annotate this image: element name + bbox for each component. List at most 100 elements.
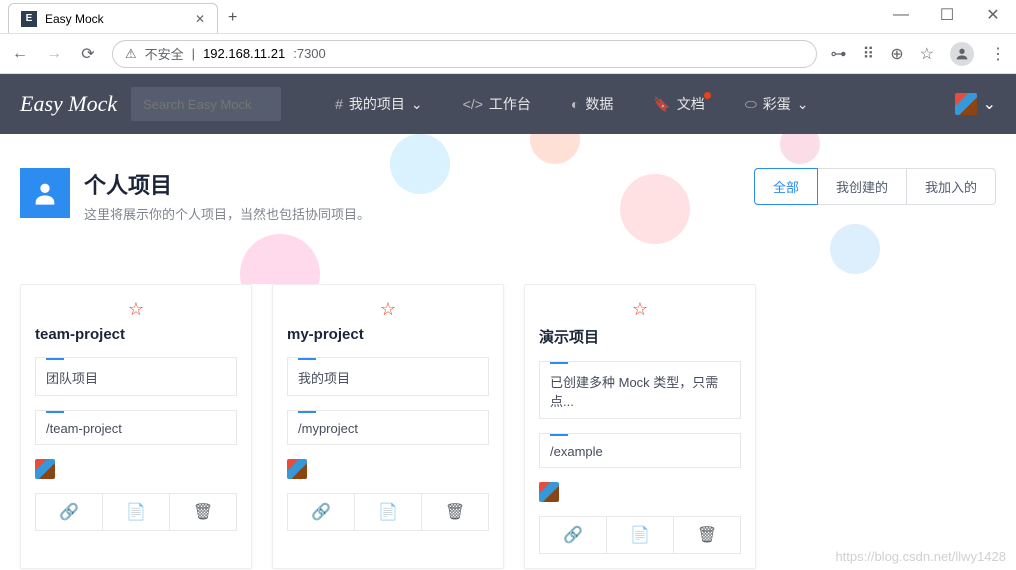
copy-icon[interactable]: 📄 — [606, 517, 673, 553]
filter-tabs: 全部 我创建的 我加入的 — [754, 168, 996, 205]
url-divider: | — [192, 46, 195, 61]
zoom-icon[interactable]: ⊕ — [890, 44, 903, 64]
window-maximize-icon[interactable]: ☐ — [924, 0, 970, 30]
project-desc: 团队项目 — [35, 357, 237, 396]
tab-close-icon[interactable]: ✕ — [195, 12, 205, 26]
menu-label: 文档 — [677, 94, 705, 114]
main-menu: # 我的项目 ⌄ </> 工作台 ◐ 数据 🔖 文档 ⬭ 彩蛋 ⌄ — [335, 94, 808, 114]
menu-my-projects[interactable]: # 我的项目 ⌄ — [335, 94, 423, 114]
star-icon[interactable]: ☆ — [539, 299, 741, 320]
key-icon[interactable]: ⊶ — [831, 44, 847, 64]
project-members — [35, 459, 237, 479]
hero-section: 个人项目 这里将展示你的个人项目，当然也包括协同项目。 全部 我创建的 我加入的 — [0, 134, 1016, 284]
browser-titlebar: E Easy Mock ✕ + — ☐ ✕ — [0, 0, 1016, 34]
delete-icon[interactable]: 🗑 — [421, 494, 488, 530]
menu-docs[interactable]: 🔖 文档 — [653, 94, 704, 114]
menu-label: 我的项目 — [349, 94, 405, 114]
page-subtitle: 这里将展示你的个人项目，当然也包括协同项目。 — [84, 204, 370, 223]
chevron-down-icon: ⌄ — [983, 94, 996, 114]
window-minimize-icon[interactable]: — — [878, 0, 924, 30]
hero-icon — [20, 168, 70, 218]
reload-button[interactable]: ⟳ — [78, 44, 98, 64]
card-actions: 🔗 📄 🗑 — [287, 493, 489, 531]
url-input[interactable]: ⚠ 不安全 | 192.168.11.21 :7300 — [112, 40, 817, 68]
avatar — [539, 482, 559, 502]
bookmark-icon: 🔖 — [653, 96, 670, 113]
avatar — [287, 459, 307, 479]
project-cards: ☆ team-project 团队项目 /team-project 🔗 📄 🗑 … — [0, 284, 1016, 569]
profile-icon[interactable] — [950, 42, 974, 66]
tab-favicon: E — [21, 11, 37, 27]
toolbar-icons: ⊶ ⠿ ⊕ ☆ ⋮ — [831, 42, 1006, 66]
copy-icon[interactable]: 📄 — [354, 494, 421, 530]
dashboard-icon: ◐ — [571, 96, 579, 112]
url-port: :7300 — [293, 46, 326, 61]
project-path: /team-project — [35, 410, 237, 445]
star-icon[interactable]: ☆ — [920, 44, 934, 64]
insecure-icon: ⚠ — [125, 46, 137, 62]
star-icon[interactable]: ☆ — [35, 299, 237, 320]
hash-icon: # — [335, 96, 343, 112]
url-host: 192.168.11.21 — [203, 46, 285, 61]
project-path: /example — [539, 433, 741, 468]
new-tab-button[interactable]: + — [228, 9, 237, 33]
window-close-icon[interactable]: ✕ — [970, 0, 1016, 30]
delete-icon[interactable]: 🗑 — [169, 494, 236, 530]
tab-all[interactable]: 全部 — [754, 168, 818, 205]
decoration-circle — [240, 234, 320, 284]
avatar — [955, 93, 977, 115]
menu-label: 工作台 — [489, 94, 531, 114]
project-desc: 已创建多种 Mock 类型，只需点... — [539, 361, 741, 419]
tab-title: Easy Mock — [45, 12, 187, 26]
card-actions: 🔗 📄 🗑 — [35, 493, 237, 531]
egg-icon: ⬭ — [745, 96, 757, 113]
card-actions: 🔗 📄 🗑 — [539, 516, 741, 554]
menu-icon[interactable]: ⋮ — [990, 44, 1006, 64]
insecure-label: 不安全 — [145, 44, 184, 63]
project-name: my-project — [287, 326, 489, 343]
menu-label: 彩蛋 — [763, 94, 791, 114]
chevron-down-icon: ⌄ — [411, 96, 423, 113]
forward-button[interactable]: → — [44, 45, 64, 63]
project-card[interactable]: ☆ 演示项目 已创建多种 Mock 类型，只需点... /example 🔗 📄… — [524, 284, 756, 569]
user-menu[interactable]: ⌄ — [955, 93, 996, 115]
logo[interactable]: Easy Mock — [20, 91, 117, 117]
tab-joined[interactable]: 我加入的 — [906, 168, 996, 205]
translate-icon[interactable]: ⠿ — [863, 44, 875, 64]
page-title: 个人项目 — [84, 168, 370, 200]
tab-created[interactable]: 我创建的 — [817, 168, 907, 205]
watermark: https://blog.csdn.net/llwy1428 — [835, 549, 1006, 564]
project-members — [287, 459, 489, 479]
decoration-circle — [620, 174, 690, 244]
decoration-circle — [390, 134, 450, 194]
app-header: Easy Mock # 我的项目 ⌄ </> 工作台 ◐ 数据 🔖 文档 ⬭ 彩… — [0, 74, 1016, 134]
chevron-down-icon: ⌄ — [797, 96, 809, 113]
project-card[interactable]: ☆ my-project 我的项目 /myproject 🔗 📄 🗑 — [272, 284, 504, 569]
link-icon[interactable]: 🔗 — [288, 494, 354, 530]
delete-icon[interactable]: 🗑 — [673, 517, 740, 553]
menu-workspace[interactable]: </> 工作台 — [463, 94, 531, 114]
browser-tab[interactable]: E Easy Mock ✕ — [8, 3, 218, 33]
avatar — [35, 459, 55, 479]
decoration-circle — [830, 224, 880, 274]
menu-label: 数据 — [585, 94, 613, 114]
decoration-circle — [530, 134, 580, 164]
project-path: /myproject — [287, 410, 489, 445]
project-card[interactable]: ☆ team-project 团队项目 /team-project 🔗 📄 🗑 — [20, 284, 252, 569]
link-icon[interactable]: 🔗 — [36, 494, 102, 530]
link-icon[interactable]: 🔗 — [540, 517, 606, 553]
copy-icon[interactable]: 📄 — [102, 494, 169, 530]
star-icon[interactable]: ☆ — [287, 299, 489, 320]
decoration-circle — [780, 134, 820, 164]
back-button[interactable]: ← — [10, 45, 30, 63]
notification-dot — [704, 92, 711, 99]
project-name: team-project — [35, 326, 237, 343]
code-icon: </> — [463, 96, 483, 112]
menu-data[interactable]: ◐ 数据 — [571, 94, 613, 114]
project-members — [539, 482, 741, 502]
menu-egg[interactable]: ⬭ 彩蛋 ⌄ — [745, 94, 809, 114]
address-bar: ← → ⟳ ⚠ 不安全 | 192.168.11.21 :7300 ⊶ ⠿ ⊕ ☆… — [0, 34, 1016, 74]
search-input[interactable] — [131, 87, 281, 121]
window-controls: — ☐ ✕ — [878, 0, 1016, 30]
project-desc: 我的项目 — [287, 357, 489, 396]
